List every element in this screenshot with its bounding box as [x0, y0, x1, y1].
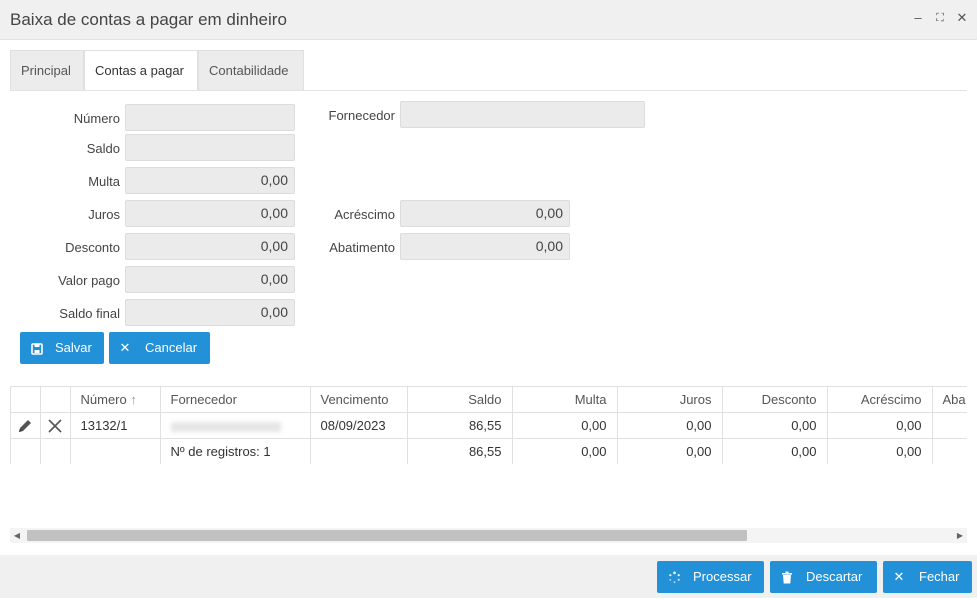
saldo-field[interactable]: [125, 134, 295, 161]
summary-cell: [11, 438, 41, 464]
grid-header-numero[interactable]: Número ↑: [70, 386, 161, 413]
summary-acrescimo: 0,00: [827, 438, 933, 464]
grid-header-acrescimo[interactable]: Acréscimo: [827, 386, 933, 413]
cell-juros: 0,00: [617, 412, 723, 439]
cell-acrescimo: 0,00: [827, 412, 933, 439]
grid-header-row: Número ↑ Fornecedor Vencimento Saldo Mul…: [11, 386, 967, 413]
tab-divider: [10, 90, 967, 91]
tab-contas-a-pagar[interactable]: Contas a pagar: [84, 50, 198, 91]
edit-row-button[interactable]: [11, 412, 41, 439]
tab-label: Contas a pagar: [95, 63, 184, 78]
grid-header-edit: [11, 386, 41, 413]
summary-cell: [932, 438, 967, 464]
summary-cell: [70, 438, 161, 464]
close-icon: ✕: [893, 569, 905, 584]
cell-desconto: 0,00: [722, 412, 828, 439]
descartar-button[interactable]: Descartar: [770, 561, 877, 593]
summary-registros: Nº de registros: 1: [160, 438, 311, 464]
grid-header-vencimento[interactable]: Vencimento: [310, 386, 408, 413]
juros-label: Juros: [88, 207, 120, 222]
horizontal-scrollbar[interactable]: ◀ ▶: [10, 528, 967, 543]
summary-cell: [40, 438, 71, 464]
processar-label: Processar: [693, 569, 752, 584]
salvar-button[interactable]: Salvar: [20, 332, 104, 364]
contas-grid: Número ↑ Fornecedor Vencimento Saldo Mul…: [10, 386, 967, 464]
redacted-text: [170, 421, 281, 432]
tab-principal[interactable]: Principal: [10, 50, 84, 91]
desconto-label: Desconto: [65, 240, 120, 255]
tab-label: Principal: [21, 63, 71, 78]
fornecedor-field[interactable]: [400, 101, 645, 128]
valor-pago-field[interactable]: 0,00: [125, 266, 295, 293]
cell-abatimento: [932, 412, 967, 439]
window-titlebar: Baixa de contas a pagar em dinheiro – ⛶ …: [0, 0, 977, 40]
abatimento-label: Abatimento: [329, 240, 395, 255]
desconto-field[interactable]: 0,00: [125, 233, 295, 260]
delete-row-button[interactable]: [40, 412, 71, 439]
grid-header-multa[interactable]: Multa: [512, 386, 618, 413]
close-icon[interactable]: ✕: [955, 10, 969, 26]
summary-saldo: 86,55: [407, 438, 513, 464]
numero-label: Número: [73, 111, 120, 126]
saldo-final-field[interactable]: 0,00: [125, 299, 295, 326]
fechar-label: Fechar: [919, 569, 960, 584]
minimize-icon[interactable]: –: [911, 10, 925, 26]
spinner-icon: [666, 561, 682, 593]
descartar-label: Descartar: [806, 569, 863, 584]
summary-cell: [310, 438, 408, 464]
grid-header-delete: [40, 386, 71, 413]
cell-fornecedor: [160, 412, 311, 439]
summary-juros: 0,00: [617, 438, 723, 464]
fornecedor-label: Fornecedor: [328, 108, 395, 123]
grid-header-desconto[interactable]: Desconto: [722, 386, 828, 413]
juros-field[interactable]: 0,00: [125, 200, 295, 227]
saldo-final-label: Saldo final: [59, 306, 120, 321]
cell-multa: 0,00: [512, 412, 618, 439]
tab-contabilidade[interactable]: Contabilidade: [198, 50, 304, 91]
cancelar-button[interactable]: ✕ Cancelar: [109, 332, 210, 364]
abatimento-field[interactable]: 0,00: [400, 233, 570, 260]
grid-header-juros[interactable]: Juros: [617, 386, 723, 413]
fechar-button[interactable]: ✕ Fechar: [883, 561, 972, 593]
grid-header-fornecedor[interactable]: Fornecedor: [160, 386, 311, 413]
save-icon: [29, 332, 45, 364]
grid-header-abatimento[interactable]: Aba: [932, 386, 967, 413]
close-icon: [48, 419, 62, 433]
table-row[interactable]: 13132/1 08/09/2023 86,55 0,00 0,00 0,00 …: [11, 412, 967, 439]
sort-asc-icon: ↑: [130, 392, 137, 407]
acrescimo-field[interactable]: 0,00: [400, 200, 570, 227]
numero-field[interactable]: [125, 104, 295, 131]
saldo-label: Saldo: [86, 141, 120, 156]
tab-label: Contabilidade: [209, 63, 289, 78]
grid-summary-row: Nº de registros: 1 86,55 0,00 0,00 0,00 …: [11, 438, 967, 464]
cancelar-label: Cancelar: [145, 340, 198, 355]
cell-vencimento: 08/09/2023: [310, 412, 408, 439]
window-title: Baixa de contas a pagar em dinheiro: [10, 10, 287, 29]
trash-icon: [779, 561, 795, 593]
multa-field[interactable]: 0,00: [125, 167, 295, 194]
grid-header-label: Número: [80, 392, 127, 407]
acrescimo-label: Acréscimo: [334, 207, 395, 222]
processar-button[interactable]: Processar: [657, 561, 764, 593]
scroll-right-icon[interactable]: ▶: [953, 528, 967, 543]
summary-desconto: 0,00: [722, 438, 828, 464]
grid-header-saldo[interactable]: Saldo: [407, 386, 513, 413]
cell-numero: 13132/1: [70, 412, 161, 439]
scroll-left-icon[interactable]: ◀: [10, 528, 24, 543]
summary-multa: 0,00: [512, 438, 618, 464]
maximize-icon[interactable]: ⛶: [933, 10, 947, 26]
valor-pago-label: Valor pago: [58, 273, 120, 288]
close-icon: ✕: [119, 340, 131, 355]
pencil-icon: [19, 419, 32, 432]
cell-saldo: 86,55: [407, 412, 513, 439]
multa-label: Multa: [88, 174, 120, 189]
scrollbar-thumb[interactable]: [27, 530, 747, 541]
salvar-label: Salvar: [55, 340, 92, 355]
dialog-footer: Processar Descartar ✕ Fechar: [0, 555, 977, 598]
